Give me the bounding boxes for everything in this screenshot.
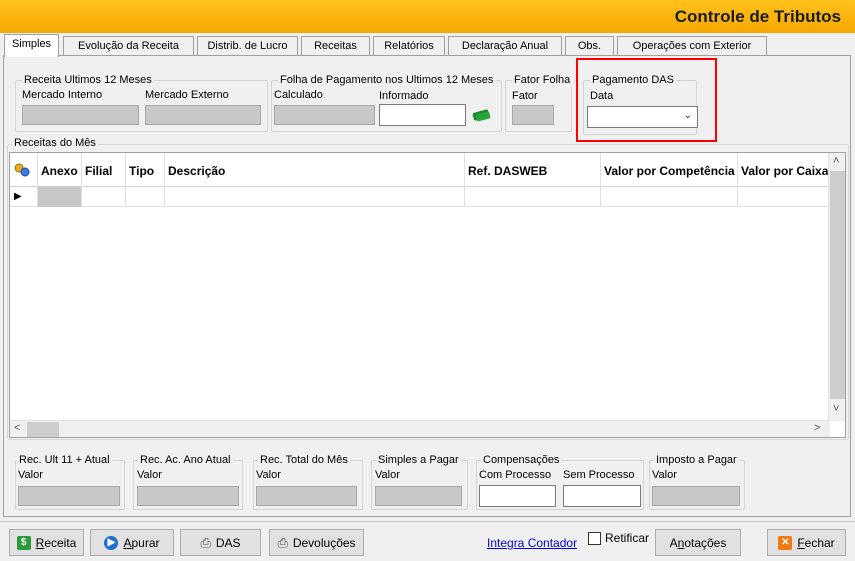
grid-column-filial[interactable]: Filial (82, 153, 126, 187)
close-icon: ✕ (778, 535, 793, 550)
devolucoes-button-label: Devoluções (292, 535, 356, 550)
printer-icon: ⎙ (200, 534, 211, 550)
grid-column-anexo[interactable]: Anexo (38, 153, 82, 187)
mercado-interno-field (22, 105, 139, 125)
integra-contador-link[interactable]: Integra Contador (487, 536, 577, 550)
com-processo-input[interactable] (479, 485, 556, 507)
rec-ac-valor-field (137, 486, 239, 506)
horizontal-scroll-thumb[interactable] (27, 422, 59, 437)
apurar-button[interactable]: ▶ Apurar (90, 529, 174, 556)
cell-descricao[interactable] (165, 187, 465, 207)
retificar-label: Retificar (605, 531, 650, 545)
rec-ac-valor-label: Valor (137, 469, 162, 481)
cell-anexo[interactable] (38, 187, 82, 207)
rec-ult-valor-label: Valor (18, 469, 43, 481)
fator-label: Fator (512, 90, 538, 102)
tab-receitas[interactable]: Receitas (301, 36, 370, 56)
receita-icon: $ (16, 535, 31, 550)
grid-column-valor-competencia[interactable]: Valor por Competência (601, 153, 738, 187)
tab-simples[interactable]: Simples (4, 34, 59, 57)
row-indicator: ▶ (10, 187, 38, 207)
fechar-button-label: Fechar (797, 535, 835, 550)
fechar-button[interactable]: ✕ Fechar (767, 529, 846, 556)
informado-label: Informado (379, 90, 429, 102)
group-compensacoes-title: Compensações (481, 454, 562, 466)
tab-declaracao-anual[interactable]: Declaração Anual (448, 36, 562, 56)
fator-field (512, 105, 554, 125)
receita-button-label: Receita (35, 535, 77, 550)
group-rec-ac-title: Rec. Ac. Ano Atual (138, 454, 233, 466)
cell-valor-competencia[interactable] (601, 187, 738, 207)
group-rec-total-title: Rec. Total do Mês (258, 454, 350, 466)
group-fator-title: Fator Folha (512, 74, 573, 86)
informado-input[interactable] (379, 104, 466, 126)
rec-total-valor-field (256, 486, 357, 506)
footer-separator (0, 521, 855, 522)
mercado-interno-label: Mercado Interno (22, 89, 103, 101)
scroll-left-icon[interactable]: < (14, 422, 20, 434)
receitas-grid[interactable]: Anexo Filial Tipo Descrição Ref. DASWEB … (9, 152, 846, 438)
horizontal-scrollbar[interactable]: < > (10, 420, 830, 437)
imposto-pagar-valor-label: Valor (652, 469, 677, 481)
mercado-externo-label: Mercado Externo (145, 89, 229, 101)
rec-ult-valor-field (18, 486, 120, 506)
das-button-label: DAS (215, 535, 241, 550)
group-receita-12-title: Receita Ultimos 12 Meses (22, 74, 154, 86)
table-row[interactable]: ▶ (10, 187, 830, 207)
grid-column-tipo[interactable]: Tipo (126, 153, 165, 187)
apurar-button-label: Apurar (123, 535, 160, 550)
tab-obs[interactable]: Obs. (565, 36, 614, 56)
cell-tipo[interactable] (126, 187, 165, 207)
calculado-label: Calculado (274, 89, 323, 101)
printer-icon: ⎙ (277, 534, 288, 550)
das-button[interactable]: ⎙ DAS (180, 529, 261, 556)
tab-distrib-lucro[interactable]: Distrib. de Lucro (197, 36, 298, 56)
cell-filial[interactable] (82, 187, 126, 207)
simples-pagar-valor-label: Valor (375, 469, 400, 481)
grid-column-ref-dasweb[interactable]: Ref. DASWEB (465, 153, 601, 187)
sem-processo-input[interactable] (563, 485, 641, 507)
receita-button[interactable]: $ Receita (9, 529, 84, 556)
grid-column-icon (10, 153, 38, 187)
anotacoes-button[interactable]: Anotações (655, 529, 741, 556)
scroll-right-icon[interactable]: > (814, 422, 820, 434)
play-icon: ▶ (104, 535, 119, 550)
devolucoes-button[interactable]: ⎙ Devoluções (269, 529, 364, 556)
com-processo-label: Com Processo (479, 469, 552, 481)
group-simples-pagar-title: Simples a Pagar (376, 454, 461, 466)
tab-strip: Simples Evolução da Receita Distrib. de … (0, 34, 855, 57)
grid-column-descricao[interactable]: Descrição (165, 153, 465, 187)
scroll-down-icon[interactable]: ˅ (833, 403, 839, 415)
tab-relatorios[interactable]: Relatórios (373, 36, 445, 56)
cell-ref-dasweb[interactable] (465, 187, 601, 207)
window-title: Controle de Tributos (674, 7, 841, 26)
tab-operacoes-exterior[interactable]: Operações com Exterior (617, 36, 767, 56)
group-receitas-mes-title: Receitas do Mês (12, 137, 98, 149)
key-gear-icon (14, 163, 30, 177)
cell-valor-caixa[interactable] (738, 187, 830, 207)
group-rec-ult-title: Rec. Ult 11 + Atual (17, 454, 112, 466)
scroll-up-icon[interactable]: ˄ (833, 155, 839, 167)
mercado-externo-field (145, 105, 261, 125)
retificar-checkbox[interactable] (588, 532, 601, 545)
vertical-scrollbar[interactable]: ˄ ˅ (828, 153, 845, 421)
grid-header: Anexo Filial Tipo Descrição Ref. DASWEB … (10, 153, 830, 187)
tab-evolucao-receita[interactable]: Evolução da Receita (63, 36, 194, 56)
money-icon[interactable] (471, 108, 493, 122)
sem-processo-label: Sem Processo (563, 469, 635, 481)
imposto-pagar-valor-field (652, 486, 740, 506)
rec-total-valor-label: Valor (256, 469, 281, 481)
group-imposto-pagar-title: Imposto a Pagar (654, 454, 739, 466)
highlight-box (576, 58, 717, 142)
grid-column-valor-caixa[interactable]: Valor por Caixa (738, 153, 830, 187)
simples-pagar-valor-field (375, 486, 462, 506)
title-bar: Controle de Tributos (0, 0, 855, 33)
calculado-field (274, 105, 375, 125)
vertical-scroll-thumb[interactable] (830, 171, 845, 399)
group-folha-title: Folha de Pagamento nos Ultimos 12 Meses (278, 74, 496, 86)
anotacoes-button-label: Anotações (669, 535, 727, 550)
